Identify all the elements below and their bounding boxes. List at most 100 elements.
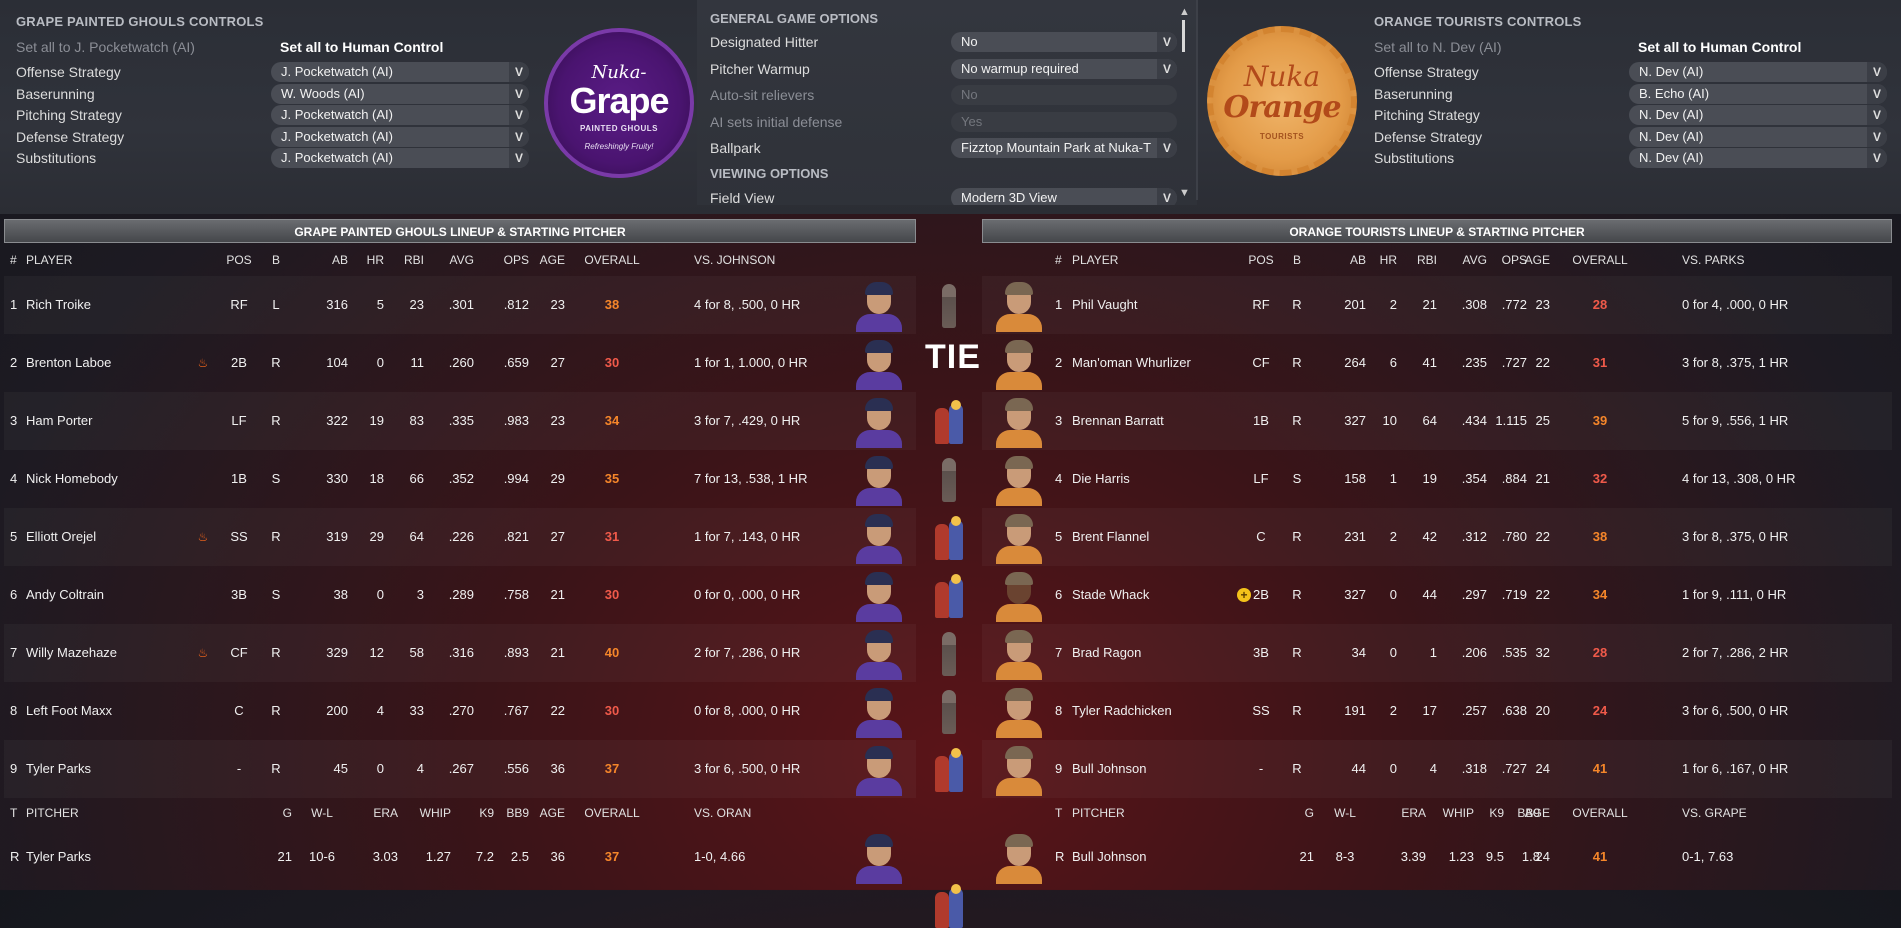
player-row[interactable]: 1 Rich Troike RF L 316 5 23.301.812 23 38 4 for 8… [4,276,916,334]
home-set-all-human[interactable]: Set all to Human Control [1638,35,1801,59]
hot-streak-flame-icon: ♨ [197,646,209,660]
away-set-all-ai[interactable]: Set all to J. Pocketwatch (AI) [16,35,256,59]
player-row[interactable]: 2 Brenton Laboe 2B R 104 0 11.260.659 27 30 1 for… [4,334,916,392]
home-set-all-ai[interactable]: Set all to N. Dev (AI) [1374,35,1614,59]
scroll-up-icon[interactable]: ▲ [1179,6,1190,18]
player-row[interactable]: 3 Brennan Barratt 1B R 327 10 64.434 1.115 25 39 5… [982,392,1892,450]
player-hr: 10 [1382,413,1397,428]
player-portrait [854,338,904,390]
player-age: 23 [550,413,565,428]
column-header: RBI [403,253,424,267]
player-row[interactable]: 8 Left Foot Maxx C R 200 4 33.270.767 22 30 0 for… [4,682,916,740]
player-age: 23 [1535,297,1550,312]
player-vs: 3 for 8, .375, 0 HR [1682,529,1789,544]
option-value: Yes [961,113,983,129]
home-control-select[interactable]: N. Dev (AI) V [1629,105,1887,126]
player-row[interactable]: 6 Andy Coltrain 3B S 38 0 3.289.758 21 30 0 for 0… [4,566,916,624]
player-name: Willy Mazehaze [26,645,118,660]
player-row[interactable]: 9 Tyler Parks - R 45 0 4.267.556 36 37 3 for 6, .… [4,740,916,798]
player-pos: 1B [231,471,247,486]
home-control-select[interactable]: B. Echo (AI) V [1629,83,1887,104]
portrait-jersey [856,720,902,738]
player-pos: RF [230,297,248,312]
player-hr: 12 [369,645,384,660]
home-control-select[interactable]: N. Dev (AI) V [1629,126,1887,147]
column-header: AGE [539,253,565,267]
option-select[interactable]: No warmup required V [951,58,1177,79]
player-name: Brenton Laboe [26,355,112,370]
chevron-down-icon: V [1157,188,1177,205]
home-lineup-title: ORANGE TOURISTS LINEUP & STARTING PITCHE… [982,219,1892,243]
player-row[interactable]: 3 Ham Porter LF R 322 19 83.335.983 23 34 3 for 7… [4,392,916,450]
home-control-label: Pitching Strategy [1374,107,1480,124]
matchup-figure-icon [942,632,956,676]
options-scrollbar[interactable]: ▲ ▼ [1179,6,1190,199]
player-portrait [854,512,904,564]
player-portrait [994,396,1044,448]
player-row[interactable]: 9 Bull Johnson - R 44 0 4.318.727 24 41 1 for 6, … [982,740,1892,798]
scroll-down-icon[interactable]: ▼ [1179,187,1190,199]
player-ovr: 34 [1592,587,1608,602]
player-portrait [994,686,1044,738]
portrait-jersey [856,314,902,332]
player-row[interactable]: 2 Man'oman Whurlizer CF R 264 6 41.235.727 22 31… [982,334,1892,392]
away-control-row: Substitutions J. Pocketwatch (AI) V [16,146,536,170]
pitcher-column-header: OVERALL [584,806,640,820]
option-select[interactable]: No V [951,32,1177,52]
home-control-value: N. Dev (AI) [1639,150,1704,166]
column-header: AGE [1524,253,1550,267]
away-control-select[interactable]: W. Woods (AI) V [271,83,529,104]
duo-figure-b [949,578,963,618]
player-pos: - [236,761,242,776]
player-row[interactable]: 4 Die Harris LF S 158 1 19.354.884 21 32 4 for 13… [982,450,1892,508]
player-portrait [854,686,904,738]
player-pos: LF [231,413,247,428]
game-options-header: GENERAL GAME OPTIONS [710,11,879,26]
player-b: R [1292,645,1302,660]
away-control-select[interactable]: J. Pocketwatch (AI) V [271,62,529,82]
player-age: 22 [1535,529,1550,544]
scroll-thumb[interactable] [1182,20,1185,52]
pitcher-row[interactable]: R Tyler Parks 21 10-6 3.03 1.27 7.2 2.5 36 37 1-0,… [4,828,916,886]
option-select[interactable]: Fizztop Mountain Park at Nuka-T V [951,138,1177,158]
player-name: Tyler Radchicken [1072,703,1172,718]
column-header: POS [226,253,252,267]
portrait-cap [865,630,893,643]
player-row[interactable]: 5 Elliott Orejel SS R 319 29 64.226.821 27 31 1 f… [4,508,916,566]
column-header: HR [366,253,384,267]
away-control-value: J. Pocketwatch (AI) [281,150,393,166]
player-avg: .260 [448,355,474,370]
pitcher-ovr: 37 [604,849,620,864]
player-row[interactable]: 7 Willy Mazehaze CF R 329 12 58.316.893 21 40 2 f… [4,624,916,682]
pitcher-column-header: AGE [1524,806,1550,820]
away-set-all-human[interactable]: Set all to Human Control [280,35,443,59]
pitcher-portrait [994,832,1044,884]
pitcher-row[interactable]: R Bull Johnson 21 8-3 3.39 1.23 9.5 1.8 24 41 0-1,… [982,828,1892,886]
option-label: Pitcher Warmup [710,60,810,77]
portrait-cap [865,514,893,527]
player-age: 29 [550,471,565,486]
player-row[interactable]: 4 Nick Homebody 1B S 330 18 66.352.994 29 35 7 fo… [4,450,916,508]
player-pos: SS [1252,703,1270,718]
player-ovr: 30 [604,703,620,718]
home-control-select[interactable]: N. Dev (AI) V [1629,62,1887,82]
player-row[interactable]: 8 Tyler Radchicken SS R 191 2 17.257.638 20 24 3 … [982,682,1892,740]
player-row[interactable]: 5 Brent Flannel C R 231 2 42.312.780 22 38 3 for … [982,508,1892,566]
player-b: R [1292,761,1302,776]
option-row: Pitcher Warmup No warmup required V [710,57,1180,81]
divider-right [1196,0,1198,200]
player-row[interactable]: 7 Brad Ragon 3B R 34 0 1.206.535 32 28 2 for 7, .… [982,624,1892,682]
player-vs: 0 for 8, .000, 0 HR [694,703,801,718]
home-control-select[interactable]: N. Dev (AI) V [1629,148,1887,169]
away-control-row: Defense Strategy J. Pocketwatch (AI) V [16,125,536,149]
away-control-select[interactable]: J. Pocketwatch (AI) V [271,148,529,169]
away-control-select[interactable]: J. Pocketwatch (AI) V [271,105,529,126]
field-view-select[interactable]: Modern 3D View V [951,188,1177,205]
player-row[interactable]: 6 Stade Whack 2B R 327 0 44.297.719 22 34 1 for 9… [982,566,1892,624]
player-portrait [994,454,1044,506]
away-control-select[interactable]: J. Pocketwatch (AI) V [271,126,529,147]
home-control-label: Substitutions [1374,150,1455,167]
player-row[interactable]: 1 Phil Vaught RF R 201 2 21.308.772 23 28 0 for 4… [982,276,1892,334]
away-lineup-panel: GRAPE PAINTED GHOULS LINEUP & STARTING P… [4,219,916,889]
player-hr: 1 [1389,471,1397,486]
